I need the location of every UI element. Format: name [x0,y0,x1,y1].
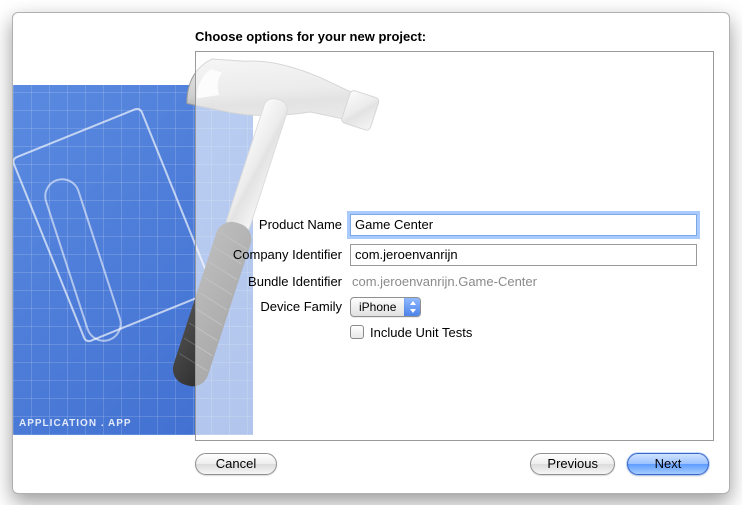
bundle-identifier-row: Bundle Identifier com.jeroenvanrijn.Game… [212,274,697,289]
new-project-options-sheet: Choose options for your new project: APP… [12,12,730,494]
device-family-value: iPhone [351,300,404,314]
bundle-identifier-value: com.jeroenvanrijn.Game-Center [350,274,537,289]
company-identifier-input[interactable] [350,244,697,266]
product-name-label: Product Name [212,217,350,232]
include-unit-tests-row: Include Unit Tests [350,325,697,340]
previous-button[interactable]: Previous [530,453,615,475]
device-family-label: Device Family [212,299,350,314]
updown-arrows-icon [404,298,420,316]
next-button[interactable]: Next [627,453,709,475]
form-panel: Product Name Company Identifier Bundle I… [195,51,714,441]
device-family-select[interactable]: iPhone [350,297,421,317]
project-options-form: Product Name Company Identifier Bundle I… [212,214,697,340]
include-unit-tests-label: Include Unit Tests [370,325,472,340]
blueprint-caption: APPLICATION . APP [19,418,132,429]
include-unit-tests-checkbox[interactable] [350,325,364,339]
company-identifier-label: Company Identifier [212,247,350,262]
page-title: Choose options for your new project: [195,29,426,44]
device-family-row: Device Family iPhone [212,297,697,317]
product-name-input[interactable] [350,214,697,236]
product-name-row: Product Name [212,214,697,236]
content-area: APPLICATION . APP [28,51,714,441]
cancel-button[interactable]: Cancel [195,453,277,475]
bundle-identifier-label: Bundle Identifier [212,274,350,289]
footer-buttons: Cancel Previous Next [13,441,729,493]
company-identifier-row: Company Identifier [212,244,697,266]
